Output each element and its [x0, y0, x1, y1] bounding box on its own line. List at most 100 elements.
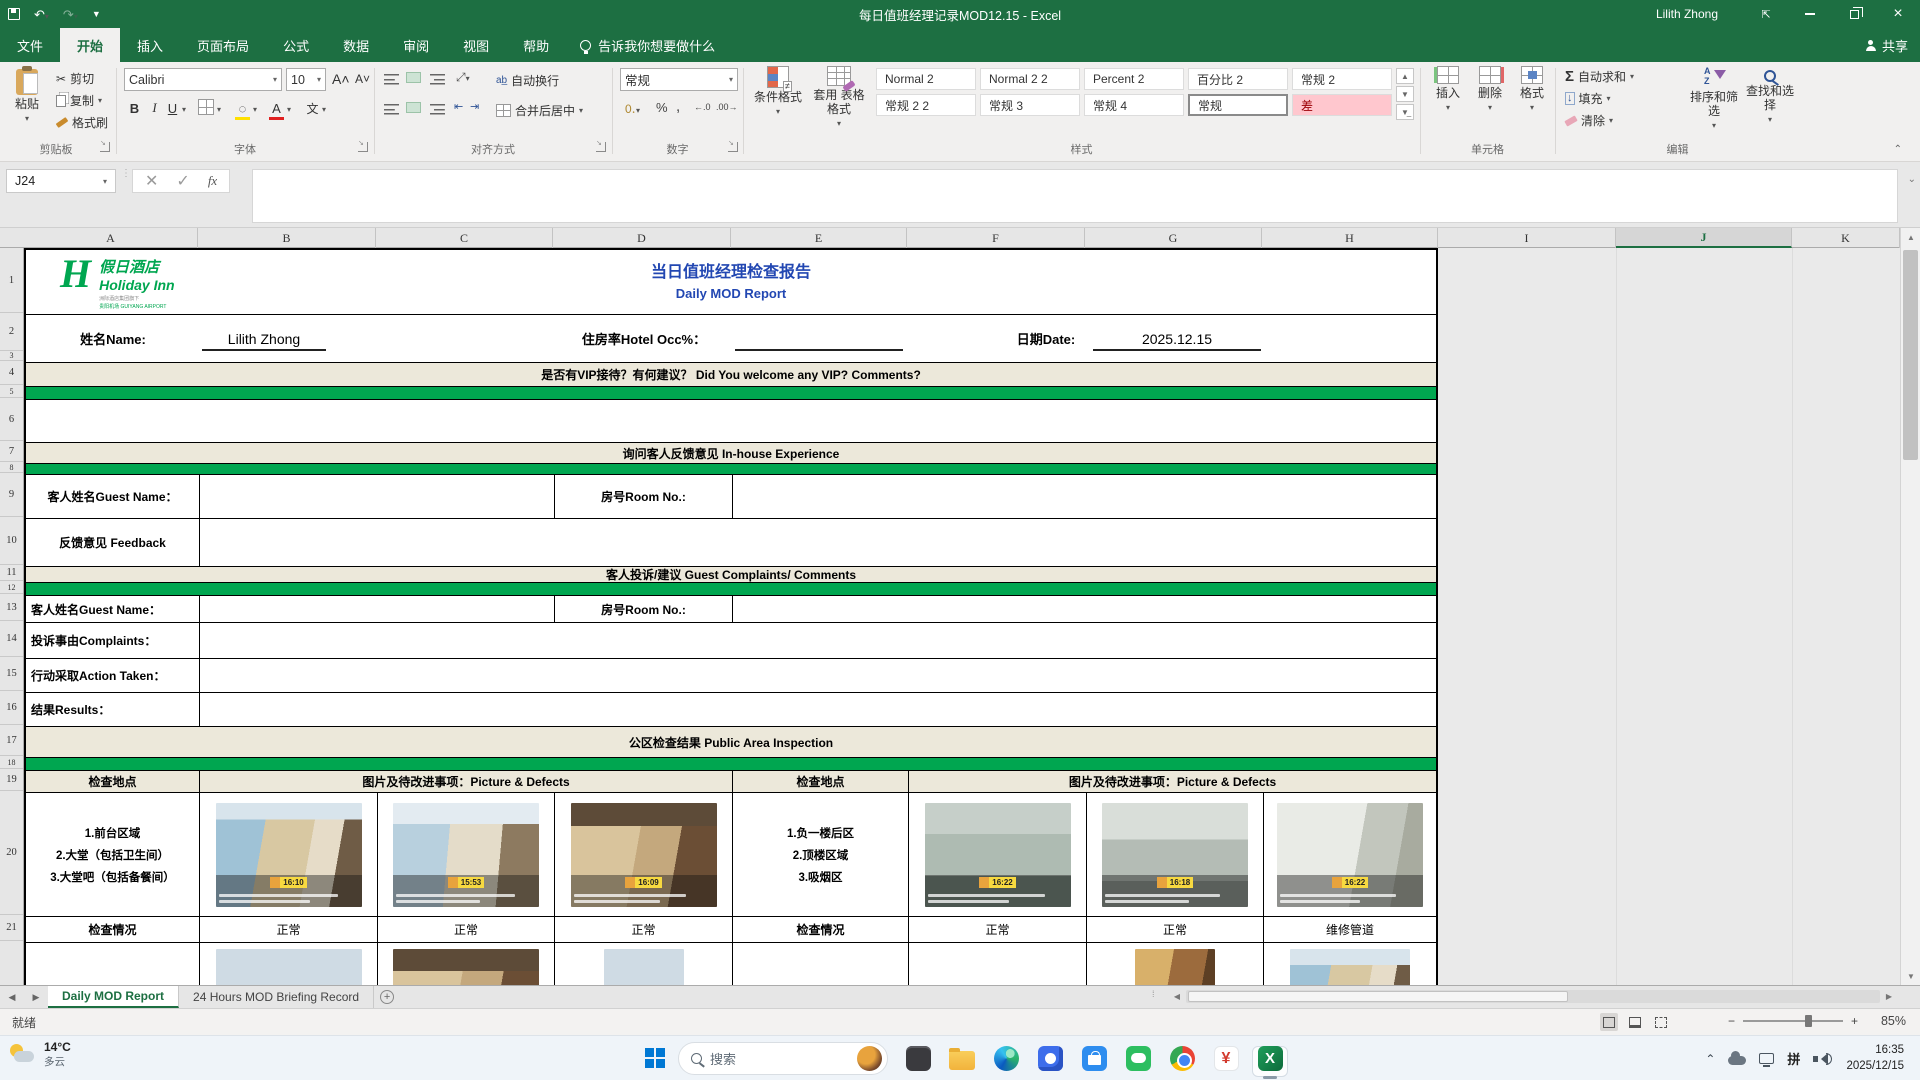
status-f21[interactable]: 正常: [909, 917, 1087, 942]
taskbar-file-explorer-icon[interactable]: [942, 1044, 982, 1073]
photo-cell-g22[interactable]: [1087, 943, 1264, 985]
row-header-13[interactable]: 13: [0, 594, 23, 621]
tab-review[interactable]: 审阅: [386, 28, 446, 62]
photo-cell-b20[interactable]: 16:10: [200, 793, 378, 916]
font-name-combo[interactable]: Calibri▾: [124, 68, 282, 91]
date-value[interactable]: 2025.12.15: [1093, 315, 1261, 362]
taskbar-excel-icon[interactable]: X: [1250, 1044, 1290, 1073]
row-header-5[interactable]: 5: [0, 385, 23, 398]
green-band-2[interactable]: [26, 464, 1436, 475]
style-normal22[interactable]: Normal 2 2: [980, 68, 1080, 90]
results-input-cell[interactable]: [200, 693, 1436, 726]
style-normal2[interactable]: Normal 2: [876, 68, 976, 90]
row-header-21[interactable]: 21: [0, 915, 23, 941]
row-header-9[interactable]: 9: [0, 473, 23, 517]
autosum-button[interactable]: Σ 自动求和▾: [1565, 68, 1634, 85]
sheet-nav-left-icon[interactable]: ◀: [0, 986, 24, 1008]
column-header-k[interactable]: K: [1792, 228, 1900, 248]
styles-gallery-up[interactable]: ▲: [1396, 68, 1414, 84]
photo-cell-h20[interactable]: 16:22: [1264, 793, 1436, 916]
taskbar-search-box[interactable]: 搜索: [678, 1042, 888, 1075]
phonetic-dropdown[interactable]: ▾: [322, 106, 326, 114]
section-vip-header[interactable]: 是否有VIP接待？有何建议？ Did You welcome any VIP? …: [26, 363, 1436, 387]
sort-filter-button[interactable]: AZ 排序和筛选 ▾: [1688, 66, 1740, 138]
scroll-left-icon[interactable]: ◀: [1168, 992, 1186, 1001]
borders-dropdown[interactable]: ▾: [217, 106, 221, 114]
inspection-photo-2[interactable]: 15:53: [393, 803, 539, 907]
horizontal-scroll-thumb[interactable]: [1188, 991, 1568, 1002]
account-name[interactable]: Lilith Zhong: [1656, 7, 1718, 21]
room-no-input-cell[interactable]: [733, 475, 1436, 518]
underline-dropdown[interactable]: ▾: [182, 106, 186, 114]
search-highlight-icon[interactable]: [857, 1046, 882, 1071]
photo-cell-c20[interactable]: 15:53: [378, 793, 555, 916]
align-top-icon[interactable]: [384, 74, 399, 85]
decrease-font-icon[interactable]: A˅: [354, 69, 371, 89]
inspection-photo-3[interactable]: 16:09: [571, 803, 717, 907]
row-header-11[interactable]: 11: [0, 565, 23, 581]
row-header-7[interactable]: 7: [0, 441, 23, 462]
tab-help[interactable]: 帮助: [506, 28, 566, 62]
fill-color-icon[interactable]: ◌: [234, 98, 251, 118]
row-inspection-headers[interactable]: 检查地点 图片及待改进事项：Picture & Defects 检查地点 图片及…: [26, 771, 1436, 793]
underline-button[interactable]: U: [164, 98, 181, 118]
font-dialog-launcher[interactable]: [358, 142, 368, 152]
row-guest-2[interactable]: 客人姓名Guest Name： 房号Room No.:: [26, 596, 1436, 623]
guest-name-input-cell[interactable]: [200, 475, 555, 518]
paste-button[interactable]: 粘贴 ▾: [4, 66, 50, 138]
row-header-14[interactable]: 14: [0, 621, 23, 657]
row-header-3[interactable]: 3: [0, 351, 23, 361]
row-results[interactable]: 结果Results：: [26, 693, 1436, 727]
occ-value-underline[interactable]: [735, 349, 903, 351]
tab-file[interactable]: 文件: [0, 28, 60, 62]
zoom-slider[interactable]: [1743, 1020, 1843, 1022]
green-band-3[interactable]: [26, 583, 1436, 596]
style-changgui2[interactable]: 常规 2: [1292, 68, 1392, 90]
row-header-12[interactable]: 12: [0, 581, 23, 594]
row-complaints[interactable]: 投诉事由Complaints：: [26, 623, 1436, 659]
row-feedback[interactable]: 反馈意见 Feedback: [26, 519, 1436, 567]
copy-button[interactable]: 复制▾: [56, 92, 102, 109]
row-inspection-status[interactable]: 检查情况 正常 正常 正常 检查情况 正常 正常 维修管道: [26, 917, 1436, 943]
font-size-combo[interactable]: 10▾: [286, 68, 326, 91]
complaints-room-no-input[interactable]: [733, 596, 1436, 622]
tab-view[interactable]: 视图: [446, 28, 506, 62]
restore-button[interactable]: [1832, 0, 1876, 28]
sheet-tab-daily-mod-report[interactable]: Daily MOD Report: [48, 986, 179, 1008]
align-left-icon[interactable]: [384, 104, 399, 115]
number-format-combo[interactable]: 常规▾: [620, 68, 738, 91]
percent-format-icon[interactable]: %: [656, 100, 668, 115]
formula-input[interactable]: [252, 169, 1898, 223]
collapse-ribbon-icon[interactable]: ⌃: [1894, 144, 1902, 155]
column-header-c[interactable]: C: [376, 228, 553, 248]
style-normal-selected[interactable]: 常规: [1188, 94, 1288, 116]
column-header-a[interactable]: A: [24, 228, 198, 248]
taskbar-app-green[interactable]: [1118, 1044, 1158, 1073]
column-header-i[interactable]: I: [1438, 228, 1616, 248]
status-b21[interactable]: 正常: [200, 917, 378, 942]
green-band-1[interactable]: [26, 387, 1436, 400]
inspection-photo-10[interactable]: [1135, 949, 1215, 985]
styles-gallery-more[interactable]: ▼̲: [1396, 104, 1414, 120]
alignment-dialog-launcher[interactable]: [596, 142, 606, 152]
photo-cell-d20[interactable]: 16:09: [555, 793, 733, 916]
style-baifenbi2[interactable]: 百分比 2: [1188, 68, 1288, 90]
section-inhouse-header[interactable]: 询问客人反馈意见 In-house Experience: [26, 443, 1436, 464]
inspection-photo-9[interactable]: [604, 949, 684, 985]
font-color-dropdown[interactable]: ▾: [287, 106, 291, 114]
row-photos[interactable]: 1.前台区域 2.大堂（包括卫生间） 3.大堂吧（包括备餐间） 16:10 15…: [26, 793, 1436, 917]
row-header-10[interactable]: 10: [0, 517, 23, 565]
photo-cell-c22[interactable]: [378, 943, 555, 985]
delete-cells-button[interactable]: 删除 ▾: [1470, 66, 1510, 138]
increase-font-icon[interactable]: A˄: [332, 69, 350, 89]
taskbar-chrome-icon[interactable]: [1162, 1044, 1202, 1073]
taskbar-weather-widget[interactable]: 14°C 多云: [10, 1040, 71, 1069]
align-right-icon[interactable]: [430, 104, 445, 115]
row-header-16[interactable]: 16: [0, 691, 23, 725]
photo-cell-h22[interactable]: [1264, 943, 1436, 985]
inspection-photo-8[interactable]: [393, 949, 539, 985]
row-header-4[interactable]: 4: [0, 361, 23, 385]
row-header-6[interactable]: 6: [0, 398, 23, 441]
page-layout-view-icon[interactable]: [1626, 1013, 1644, 1031]
currency-format-icon[interactable]: 🄀▾: [624, 100, 640, 117]
